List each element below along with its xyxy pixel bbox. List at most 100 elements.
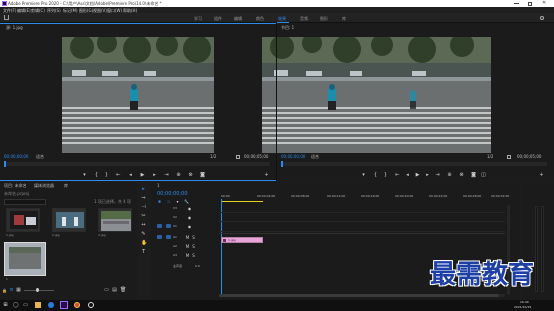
project-search-input[interactable]: [4, 199, 46, 205]
program-export-frame-icon[interactable]: ◙: [471, 173, 476, 178]
taskbar-app-qq[interactable]: [88, 302, 94, 308]
lift-icon[interactable]: ⊕: [447, 173, 452, 178]
new-item-icon[interactable]: ▤: [112, 288, 117, 293]
mark-in-icon[interactable]: {: [94, 173, 99, 178]
project-sequence-thumbnail[interactable]: [4, 242, 46, 276]
source-resolution-dropdown[interactable]: 1/2: [210, 155, 216, 159]
project-tab[interactable]: 项目: 未命名: [4, 184, 27, 188]
work-area-bar[interactable]: [221, 201, 263, 202]
program-play-icon[interactable]: ▶: [415, 173, 420, 178]
comparison-view-icon[interactable]: ◫: [481, 173, 486, 178]
trash-icon[interactable]: 🗑: [120, 288, 126, 293]
project-item-thumbnail[interactable]: [6, 208, 40, 232]
taskbar-app-explorer[interactable]: [35, 302, 41, 308]
taskbar-app-premiere[interactable]: [60, 301, 68, 309]
step-back-icon[interactable]: ◂: [128, 173, 133, 178]
track-select-tool-icon[interactable]: ⇒: [141, 196, 146, 201]
go-to-out-icon[interactable]: ⇥: [164, 173, 169, 178]
program-add-button-icon[interactable]: +: [539, 173, 544, 178]
source-monitor-tab[interactable]: 源: 1.jpg: [6, 26, 23, 30]
task-view-icon[interactable]: ▭: [23, 303, 28, 308]
program-resolution-dropdown[interactable]: 1/2: [487, 155, 493, 159]
taskbar-clock-time[interactable]: 16:40: [520, 301, 529, 304]
program-wrench-icon[interactable]: [507, 155, 511, 159]
insert-icon[interactable]: ⊕: [176, 173, 181, 178]
razor-tool-icon[interactable]: ✂: [141, 214, 146, 219]
workspace-editing[interactable]: 编辑: [234, 16, 242, 22]
program-mark-out-icon[interactable]: }: [383, 173, 388, 178]
list-view-icon[interactable]: ≡: [9, 288, 14, 293]
type-tool-icon[interactable]: T: [141, 250, 146, 255]
slip-tool-icon[interactable]: ↔: [141, 223, 146, 228]
taskbar-clock-date[interactable]: 2021/10/19: [514, 306, 531, 309]
taskbar-search-icon[interactable]: ◯: [13, 303, 19, 308]
track-name[interactable]: V1: [173, 225, 177, 228]
extract-icon[interactable]: ⊗: [459, 173, 464, 178]
export-frame-icon[interactable]: ◙: [200, 173, 205, 178]
program-step-forward-icon[interactable]: ▸: [425, 173, 430, 178]
search-icon[interactable]: [540, 16, 544, 20]
windows-start-icon[interactable]: ⊞: [3, 303, 8, 308]
program-fit-dropdown[interactable]: 适合: [311, 155, 319, 159]
workspace-graphics[interactable]: 图形: [320, 16, 328, 22]
taskbar-app-ie[interactable]: [48, 302, 54, 308]
libraries-tab[interactable]: 库: [64, 184, 68, 188]
selection-tool-icon[interactable]: ▸: [141, 187, 146, 192]
timeline-settings-icon[interactable]: 🔧: [184, 199, 189, 204]
add-button-icon[interactable]: +: [264, 173, 269, 178]
source-playhead[interactable]: [4, 161, 6, 167]
workspace-libraries[interactable]: 库: [342, 16, 346, 22]
hand-tool-icon[interactable]: ✋: [141, 241, 147, 246]
track-name[interactable]: V3: [173, 207, 177, 210]
workspace-audio[interactable]: 音频: [300, 16, 308, 22]
track-name[interactable]: A3: [173, 254, 177, 257]
program-scrub-bar[interactable]: [281, 162, 547, 166]
track-mute-icon[interactable]: M: [185, 253, 190, 258]
workspace-color[interactable]: 颜色: [256, 16, 264, 22]
timeline-zoom-scrollbar[interactable]: [219, 294, 505, 297]
track-solo-icon[interactable]: S: [191, 253, 196, 258]
program-playhead[interactable]: [281, 161, 283, 167]
track-mute-icon[interactable]: M: [185, 235, 190, 240]
master-volume-value[interactable]: 0.0: [195, 265, 200, 268]
track-name[interactable]: A2: [173, 245, 177, 248]
track-target-v1[interactable]: [166, 224, 171, 228]
track-name[interactable]: V2: [173, 216, 177, 219]
workspace-learn[interactable]: 学习: [194, 16, 202, 22]
source-patch-v1[interactable]: [157, 224, 162, 228]
source-fit-dropdown[interactable]: 适合: [36, 155, 44, 159]
new-bin-icon[interactable]: ▭: [104, 288, 109, 293]
project-item-thumbnail[interactable]: [52, 208, 86, 232]
track-eye-icon[interactable]: ◉: [187, 224, 192, 229]
add-marker-timeline-icon[interactable]: ▾: [175, 199, 180, 204]
wrench-icon[interactable]: [236, 155, 240, 159]
close-button[interactable]: ✕: [542, 1, 546, 6]
track-eye-icon[interactable]: ◉: [187, 206, 192, 211]
program-go-to-in-icon[interactable]: ⇤: [395, 173, 400, 178]
home-icon[interactable]: [4, 15, 9, 20]
track-name[interactable]: A1: [173, 236, 177, 239]
zoom-slider[interactable]: [24, 290, 54, 291]
timeline-clip[interactable]: 1.jpg: [221, 237, 263, 243]
source-scrub-bar[interactable]: [4, 162, 270, 166]
maximize-button[interactable]: [528, 1, 532, 6]
zoom-slider-handle[interactable]: [36, 288, 39, 292]
program-add-marker-icon[interactable]: ▾: [361, 173, 366, 178]
pen-tool-icon[interactable]: ✎: [141, 232, 146, 237]
program-go-to-out-icon[interactable]: ⇥: [435, 173, 440, 178]
track-mute-icon[interactable]: M: [185, 244, 190, 249]
go-to-in-icon[interactable]: ⇤: [116, 173, 121, 178]
program-timecode-current[interactable]: 00;00;00;00: [281, 155, 305, 159]
workspace-assembly[interactable]: 组件: [214, 16, 222, 22]
icon-view-icon[interactable]: ▦: [16, 288, 21, 293]
program-step-back-icon[interactable]: ◂: [405, 173, 410, 178]
play-icon[interactable]: ▶: [140, 173, 145, 178]
track-eye-icon[interactable]: ◉: [187, 215, 192, 220]
taskbar-app-chrome[interactable]: [74, 302, 80, 308]
snap-icon[interactable]: ✱: [157, 199, 162, 204]
media-browser-tab[interactable]: 媒体浏览器: [34, 184, 54, 188]
program-mark-in-icon[interactable]: {: [373, 173, 378, 178]
program-monitor-tab[interactable]: 节目: 1: [281, 26, 294, 30]
lock-icon[interactable]: 🔒: [2, 288, 7, 293]
add-marker-icon[interactable]: ▾: [82, 173, 87, 178]
